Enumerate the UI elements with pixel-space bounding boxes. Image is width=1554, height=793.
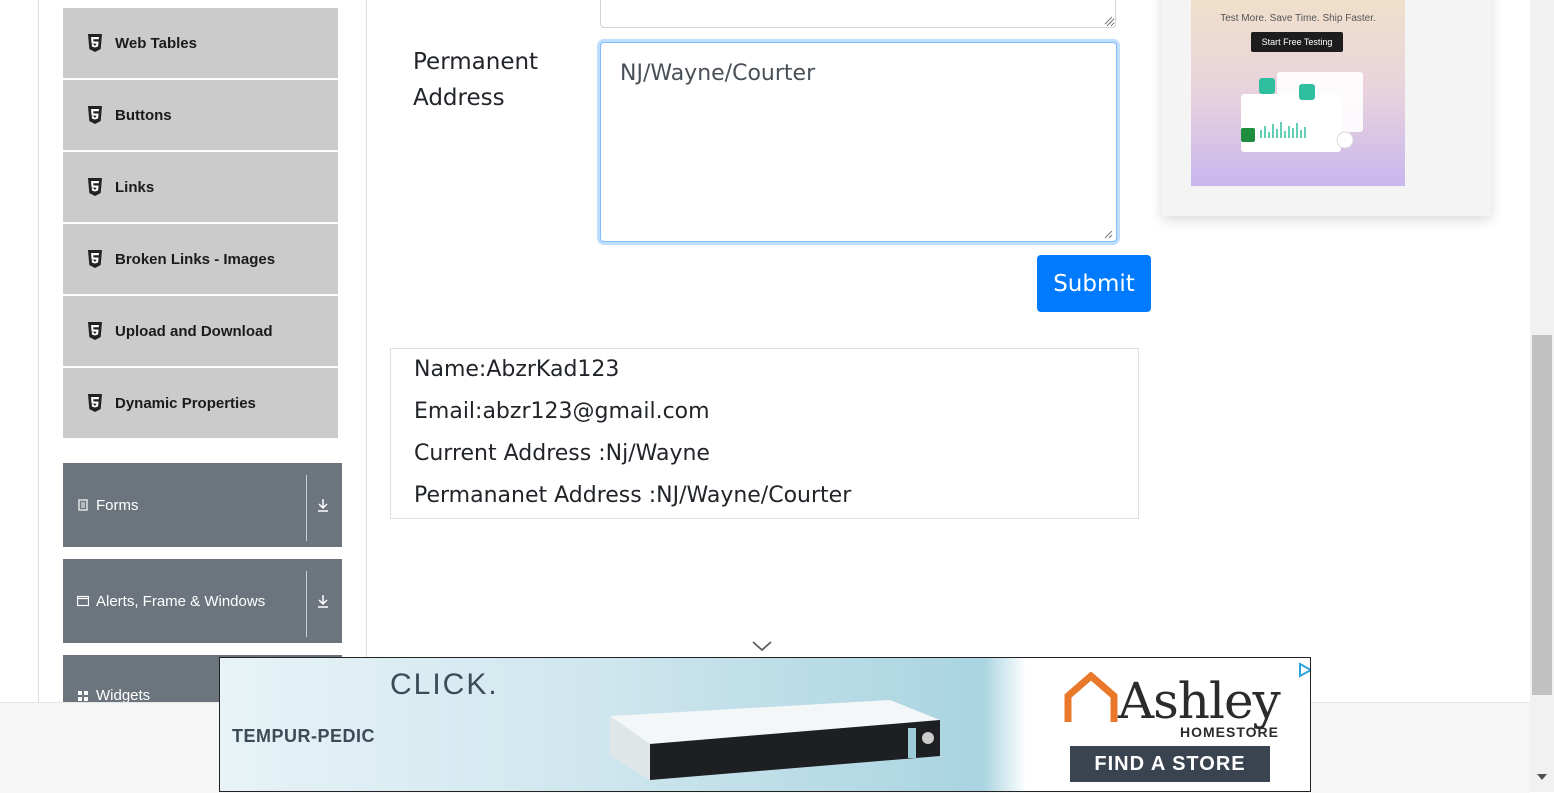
house-logo-icon — [1064, 672, 1118, 722]
html5-icon — [87, 106, 103, 124]
chevron-down-icon[interactable] — [751, 639, 773, 653]
output-box: Name:AbzrKad123 Email:abzr123@gmail.com … — [390, 348, 1139, 519]
html5-icon — [87, 394, 103, 412]
form-icon — [77, 499, 89, 511]
submit-button[interactable]: Submit — [1037, 255, 1151, 312]
side-ad-cta-button[interactable]: Start Free Testing — [1251, 32, 1343, 52]
adchoices-icon[interactable] — [1297, 662, 1311, 678]
resize-handle-icon[interactable] — [1103, 15, 1113, 25]
bottom-advertisement[interactable]: CLICK. TEMPUR-PEDIC Ashley HOMESTORE FIN… — [219, 657, 1311, 792]
sidebar-item-label: Broken Links - Images — [115, 250, 276, 268]
output-permanent-address: Permananet Address :NJ/Wayne/Courter — [414, 483, 852, 508]
sidebar-item-web-tables[interactable]: Web Tables — [63, 8, 338, 78]
sidebar-item-buttons[interactable]: Buttons — [63, 80, 338, 150]
expand-arrow-icon[interactable] — [316, 593, 330, 609]
html5-icon — [87, 34, 103, 52]
html5-icon — [87, 250, 103, 268]
ad-headline: CLICK. — [390, 668, 499, 701]
permanent-address-label: Permanent Address — [413, 49, 539, 111]
ad-brand-right-sub: HOMESTORE — [1180, 724, 1279, 740]
mattress-image — [610, 700, 940, 780]
expand-arrow-icon[interactable] — [316, 497, 330, 513]
output-email: Email:abzr123@gmail.com — [414, 399, 710, 424]
sidebar-item-links[interactable]: Links — [63, 152, 338, 222]
current-address-textarea[interactable] — [600, 0, 1116, 28]
sidebar-border — [38, 0, 39, 702]
sidebar-group-forms[interactable]: Forms — [63, 463, 342, 547]
html5-icon — [87, 322, 103, 340]
scroll-down-arrow-icon[interactable] — [1536, 772, 1548, 782]
sidebar-group-label: Alerts, Frame & Windows — [96, 592, 266, 610]
ad-cta-button[interactable]: FIND A STORE — [1070, 746, 1270, 782]
html5-icon — [87, 178, 103, 196]
ad-brand-left: TEMPUR-PEDIC — [232, 726, 376, 746]
content-border — [366, 0, 367, 702]
ad-brand-right: Ashley — [1118, 672, 1281, 730]
sidebar-item-label: Links — [115, 178, 155, 196]
sidebar-item-label: Dynamic Properties — [115, 394, 256, 412]
scrollbar-thumb[interactable] — [1532, 335, 1552, 695]
sidebar-item-label: Buttons — [115, 106, 172, 124]
resize-handle-icon[interactable] — [1103, 229, 1113, 239]
side-ad-banner: Test More. Save Time. Ship Faster. Start… — [1191, 0, 1405, 186]
dashboard-illustration-icon — [1241, 72, 1363, 152]
sidebar-item-broken-links[interactable]: Broken Links - Images — [63, 224, 338, 294]
output-current-address: Current Address :Nj/Wayne — [414, 441, 710, 466]
group-divider — [306, 475, 307, 541]
output-name: Name:AbzrKad123 — [414, 357, 620, 382]
sidebar-group-alerts[interactable]: Alerts, Frame & Windows — [63, 559, 342, 643]
sidebar-group-label: Forms — [96, 496, 139, 514]
side-advertisement[interactable]: Test More. Save Time. Ship Faster. Start… — [1162, 0, 1491, 216]
sidebar-item-label: Web Tables — [115, 34, 197, 52]
widgets-icon — [77, 690, 89, 702]
permanent-address-textarea[interactable]: NJ/Wayne/Courter — [600, 42, 1117, 242]
side-ad-tagline: Test More. Save Time. Ship Faster. — [1220, 13, 1376, 24]
sidebar-item-upload-download[interactable]: Upload and Download — [63, 296, 338, 366]
window-icon — [77, 595, 89, 607]
sidebar-item-label: Upload and Download — [115, 322, 273, 340]
ad-ashley-panel: Ashley HOMESTORE FIND A STORE — [1030, 658, 1310, 791]
sidebar-item-dynamic-properties[interactable]: Dynamic Properties — [63, 368, 338, 438]
page-scrollbar[interactable] — [1530, 0, 1554, 792]
group-divider — [306, 571, 307, 637]
sidebar-group-label: Widgets — [96, 687, 151, 702]
